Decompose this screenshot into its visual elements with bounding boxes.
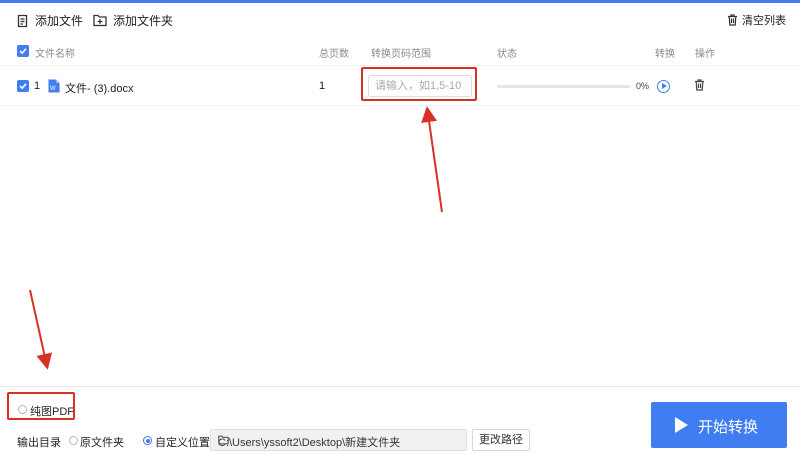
play-icon bbox=[675, 417, 688, 433]
svg-text:W: W bbox=[50, 86, 56, 92]
arrow-to-pure-pdf bbox=[29, 289, 53, 370]
clear-list-button[interactable]: 清空列表 bbox=[727, 12, 786, 28]
add-file-label: 添加文件 bbox=[35, 14, 84, 28]
add-folder-label: 添加文件夹 bbox=[113, 14, 174, 28]
add-folder-icon bbox=[93, 14, 107, 27]
word-file-icon: W bbox=[48, 79, 60, 96]
row-index: 1 bbox=[34, 80, 41, 92]
page-range-input[interactable] bbox=[368, 75, 472, 97]
file-name: 文件- (3).docx bbox=[65, 83, 134, 95]
custom-location-radio[interactable] bbox=[143, 436, 152, 445]
custom-location-label[interactable]: 自定义位置 bbox=[155, 434, 210, 450]
column-header-action: 操作 bbox=[695, 49, 715, 60]
column-header-name: 文件名称 bbox=[35, 49, 75, 60]
column-header-range: 转换页码范围 bbox=[371, 49, 431, 60]
clear-list-label: 清空列表 bbox=[742, 15, 786, 27]
pure-image-pdf-label[interactable]: 纯图PDF bbox=[30, 403, 74, 419]
output-settings-panel: 纯图PDF 输出目录 原文件夹 自定义位置 C:\Users\yssoft2\D… bbox=[0, 386, 800, 455]
convert-play-icon[interactable] bbox=[657, 80, 670, 93]
toolbar: 添加文件 添加文件夹 清空列表 bbox=[0, 3, 800, 36]
folder-icon[interactable] bbox=[218, 435, 460, 448]
trash-icon bbox=[727, 14, 738, 26]
start-convert-button[interactable]: 开始转换 bbox=[651, 402, 787, 448]
start-convert-label: 开始转换 bbox=[698, 419, 759, 436]
progress-percent: 0% bbox=[636, 81, 650, 91]
output-path-field[interactable]: C:\Users\yssoft2\Desktop\新建文件夹 bbox=[210, 429, 467, 451]
add-file-button[interactable]: 添加文件 bbox=[16, 12, 83, 29]
original-folder-label[interactable]: 原文件夹 bbox=[80, 434, 124, 450]
page-count: 1 bbox=[319, 80, 326, 92]
select-all-checkbox[interactable] bbox=[17, 45, 29, 57]
column-header-pages: 总页数 bbox=[319, 49, 349, 60]
table-row[interactable]: 1 W 文件- (3).docx 1 0% bbox=[0, 66, 800, 106]
file-table-header: 文件名称 总页数 转换页码范围 状态 转换 操作 bbox=[0, 36, 800, 66]
original-folder-radio[interactable] bbox=[69, 436, 78, 445]
add-folder-button[interactable]: 添加文件夹 bbox=[93, 12, 173, 29]
add-file-icon bbox=[16, 14, 29, 28]
output-dir-label: 输出目录 bbox=[17, 437, 61, 449]
pure-image-pdf-radio[interactable] bbox=[18, 405, 27, 414]
conversion-progress-bar bbox=[497, 85, 630, 88]
arrow-to-range bbox=[421, 106, 443, 213]
column-header-convert: 转换 bbox=[655, 49, 675, 60]
column-header-status: 状态 bbox=[497, 49, 517, 60]
row-checkbox[interactable] bbox=[17, 80, 29, 92]
change-path-button[interactable]: 更改路径 bbox=[472, 429, 530, 451]
delete-trash-icon[interactable] bbox=[694, 79, 705, 94]
